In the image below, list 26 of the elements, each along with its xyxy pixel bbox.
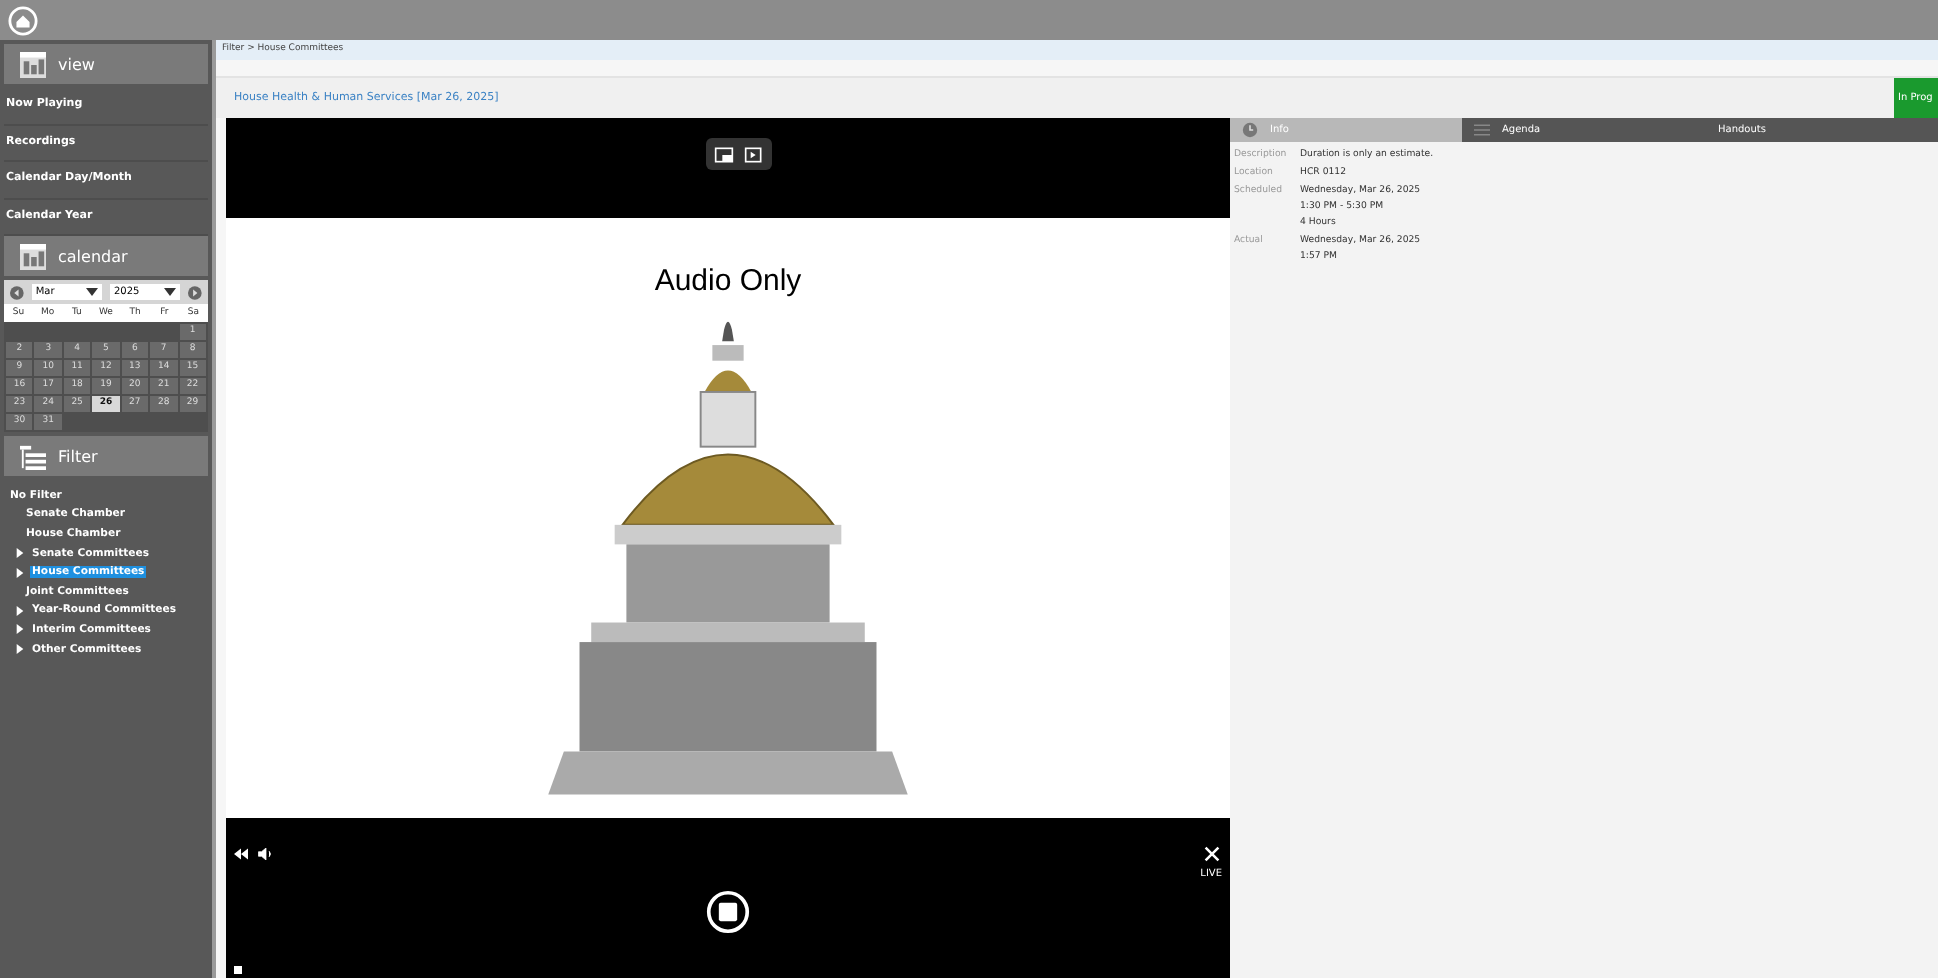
expand-arrow-icon[interactable] <box>16 605 24 616</box>
section-header[interactable]: calendar <box>4 236 208 276</box>
stop-button[interactable] <box>706 890 750 934</box>
chevron-icon <box>164 288 177 296</box>
list-icon <box>1474 122 1490 138</box>
calendar-icon <box>20 51 46 77</box>
overlay-text: Audio Only <box>654 264 802 298</box>
section-header[interactable]: Filter <box>4 436 208 476</box>
list-icon <box>20 443 46 469</box>
fullscreen-icon[interactable] <box>1203 846 1220 862</box>
expand-arrow-icon[interactable] <box>16 624 24 635</box>
calendar-icon <box>20 243 46 269</box>
progress-marker <box>234 966 242 974</box>
home-icon[interactable] <box>8 5 38 35</box>
chevron-icon <box>86 288 98 296</box>
rewind-icon[interactable] <box>234 848 248 860</box>
clock-icon <box>1242 122 1258 138</box>
volume-icon[interactable] <box>258 848 274 860</box>
expand-arrow-icon[interactable] <box>16 567 24 578</box>
cast-icon[interactable] <box>743 145 763 163</box>
picture-in-picture-icon[interactable] <box>713 145 733 163</box>
expand-arrow-icon[interactable] <box>16 644 24 655</box>
expand-arrow-icon[interactable] <box>16 548 24 559</box>
next-month-icon[interactable] <box>188 285 202 299</box>
section-header[interactable]: view <box>4 44 208 84</box>
previous-month-icon[interactable] <box>10 285 24 299</box>
